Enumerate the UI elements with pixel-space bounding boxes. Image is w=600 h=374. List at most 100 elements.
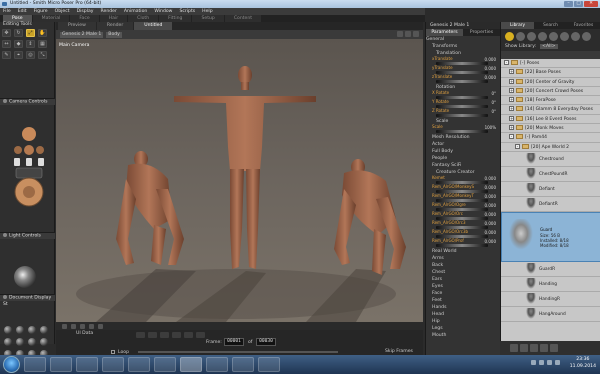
dial-value[interactable]: 0° bbox=[491, 91, 496, 96]
tab-fitting[interactable]: Fitting bbox=[159, 15, 192, 22]
color-tool-icon[interactable]: ◆ bbox=[14, 40, 23, 48]
lights-category-icon[interactable] bbox=[571, 32, 580, 41]
hand-tool-icon[interactable]: ✋ bbox=[38, 29, 47, 37]
network-icon[interactable] bbox=[555, 360, 560, 365]
tab-parameters[interactable]: Parameters bbox=[426, 29, 463, 36]
prev-frame-button[interactable] bbox=[148, 332, 157, 338]
group-arms[interactable]: Arms bbox=[426, 255, 500, 262]
layout-icon[interactable] bbox=[80, 323, 85, 329]
tab-render[interactable]: Render bbox=[96, 22, 134, 30]
clock[interactable]: 23:36 11.09.2014 bbox=[570, 356, 596, 370]
library-folder[interactable]: + [18] FeraPose bbox=[501, 96, 600, 106]
tab-cloth[interactable]: Cloth bbox=[128, 15, 159, 22]
taskbar-media-icon[interactable] bbox=[50, 357, 72, 372]
library-folder[interactable]: + [20] Monk Moves bbox=[501, 124, 600, 134]
current-frame-field[interactable]: 00001 bbox=[224, 338, 244, 346]
dial-track[interactable] bbox=[436, 130, 488, 133]
group-transforms[interactable]: Transforms bbox=[426, 43, 500, 50]
timeline-scrubber[interactable] bbox=[138, 351, 339, 353]
library-folder[interactable]: - [-] Poses bbox=[501, 59, 600, 69]
translate-tool-icon[interactable]: ↔ bbox=[2, 40, 11, 48]
collapse-icon[interactable]: - bbox=[504, 60, 509, 65]
library-folder[interactable]: + [14] Glamm 8 Everyday Poses bbox=[501, 105, 600, 115]
dial-value[interactable]: 0.000 bbox=[485, 230, 496, 235]
taskbar-app-icon[interactable] bbox=[258, 357, 280, 372]
dial-value[interactable]: 0.000 bbox=[485, 221, 496, 226]
display-style-icon[interactable] bbox=[28, 326, 36, 334]
parameter-dial[interactable]: Z Rotate 0° bbox=[426, 109, 500, 118]
taskbar-app-icon[interactable] bbox=[102, 357, 124, 372]
tab-search[interactable]: Search bbox=[534, 22, 567, 29]
display-style-icon[interactable] bbox=[16, 338, 24, 346]
menu-object[interactable]: Object bbox=[55, 8, 70, 15]
figures-category-icon[interactable] bbox=[505, 32, 514, 41]
maximize-button[interactable]: □ bbox=[574, 1, 583, 7]
library-pose-item[interactable]: HangAround bbox=[501, 307, 600, 322]
close-button[interactable]: ✕ bbox=[584, 1, 598, 7]
figure-select[interactable]: Genesis 2 Male 1 bbox=[60, 31, 104, 38]
display-style-icon[interactable] bbox=[40, 326, 48, 334]
expand-icon[interactable]: + bbox=[509, 125, 514, 131]
camera-controls-widget[interactable] bbox=[6, 120, 52, 212]
props-category-icon[interactable] bbox=[560, 32, 569, 41]
taskbar-firefox-icon[interactable] bbox=[206, 357, 228, 372]
menu-file[interactable]: File bbox=[3, 8, 11, 15]
group-ears[interactable]: Ears bbox=[426, 276, 500, 283]
morph-dial[interactable]: Rem_AlrGO/Prof 0.000 bbox=[426, 239, 500, 248]
library-pose-item[interactable]: GuardR bbox=[501, 262, 600, 277]
dial-track[interactable] bbox=[436, 80, 488, 83]
play-icon[interactable] bbox=[62, 323, 67, 329]
expand-icon[interactable]: + bbox=[509, 69, 514, 75]
dial-track[interactable] bbox=[436, 114, 488, 117]
group-hands[interactable]: Hands bbox=[426, 304, 500, 311]
start-button[interactable] bbox=[3, 356, 20, 373]
dial-value[interactable]: 0.000 bbox=[485, 194, 496, 199]
menu-display[interactable]: Display bbox=[77, 8, 94, 15]
dial-value[interactable]: 0.000 bbox=[485, 203, 496, 208]
hands-category-icon[interactable] bbox=[549, 32, 558, 41]
library-pose-item[interactable]: ChestPoundR bbox=[501, 167, 600, 182]
group-head[interactable]: Head bbox=[426, 311, 500, 318]
library-pose-item[interactable]: Defiant bbox=[501, 182, 600, 197]
body-part-select[interactable]: Body bbox=[106, 31, 122, 38]
play-button[interactable] bbox=[172, 332, 181, 338]
dial-value[interactable]: 0.000 bbox=[485, 66, 496, 71]
taskbar-poser-icon[interactable] bbox=[180, 357, 202, 372]
expand-icon[interactable]: + bbox=[509, 78, 514, 84]
group-full-body[interactable]: Full Body bbox=[426, 148, 500, 155]
group-mouth[interactable]: Mouth bbox=[426, 332, 500, 339]
group-general[interactable]: General bbox=[426, 36, 500, 43]
group-hip[interactable]: Hip bbox=[426, 318, 500, 325]
group-actor[interactable]: Actor bbox=[426, 141, 500, 148]
taskbar-app-icon[interactable] bbox=[154, 357, 176, 372]
tab-favorites[interactable]: Favorites bbox=[567, 22, 600, 29]
taskbar-app-icon[interactable] bbox=[232, 357, 254, 372]
3d-viewport[interactable]: Main Camera bbox=[56, 39, 423, 322]
taskbar-app-icon[interactable] bbox=[128, 357, 150, 372]
menu-window[interactable]: Window bbox=[154, 8, 172, 15]
library-folder[interactable]: - [-] Pam44 bbox=[501, 133, 600, 143]
expand-icon[interactable]: + bbox=[509, 115, 514, 121]
tab-hair[interactable]: Hair bbox=[99, 15, 128, 22]
next-frame-button[interactable] bbox=[184, 332, 193, 338]
tray-icon[interactable] bbox=[539, 360, 544, 365]
group-face[interactable]: Face bbox=[426, 290, 500, 297]
tab-properties[interactable]: Properties bbox=[463, 29, 500, 36]
minimize-button[interactable]: – bbox=[564, 1, 573, 7]
display-style-icon[interactable] bbox=[4, 338, 12, 346]
loop-checkbox[interactable] bbox=[111, 350, 115, 354]
group-back[interactable]: Back bbox=[426, 262, 500, 269]
group-fantasy-scifi[interactable]: Fantasy SciFi bbox=[426, 162, 500, 169]
menu-figure[interactable]: Figure bbox=[34, 8, 48, 15]
dial-value[interactable]: 0.000 bbox=[485, 212, 496, 217]
camera-controls-header[interactable]: Camera Controls bbox=[0, 98, 55, 105]
dial-track[interactable] bbox=[436, 244, 488, 247]
library-folder[interactable]: + [22] Base Poses bbox=[501, 68, 600, 78]
expand-icon[interactable]: + bbox=[509, 106, 514, 112]
rotate-tool-icon[interactable]: ↻ bbox=[14, 29, 23, 37]
dial-value[interactable]: 0.000 bbox=[485, 185, 496, 190]
tab-face[interactable]: Face bbox=[70, 15, 99, 22]
menu-scripts[interactable]: Scripts bbox=[179, 8, 195, 15]
viewport-fit-icon[interactable] bbox=[405, 31, 411, 37]
dial-value[interactable]: 0° bbox=[491, 100, 496, 105]
